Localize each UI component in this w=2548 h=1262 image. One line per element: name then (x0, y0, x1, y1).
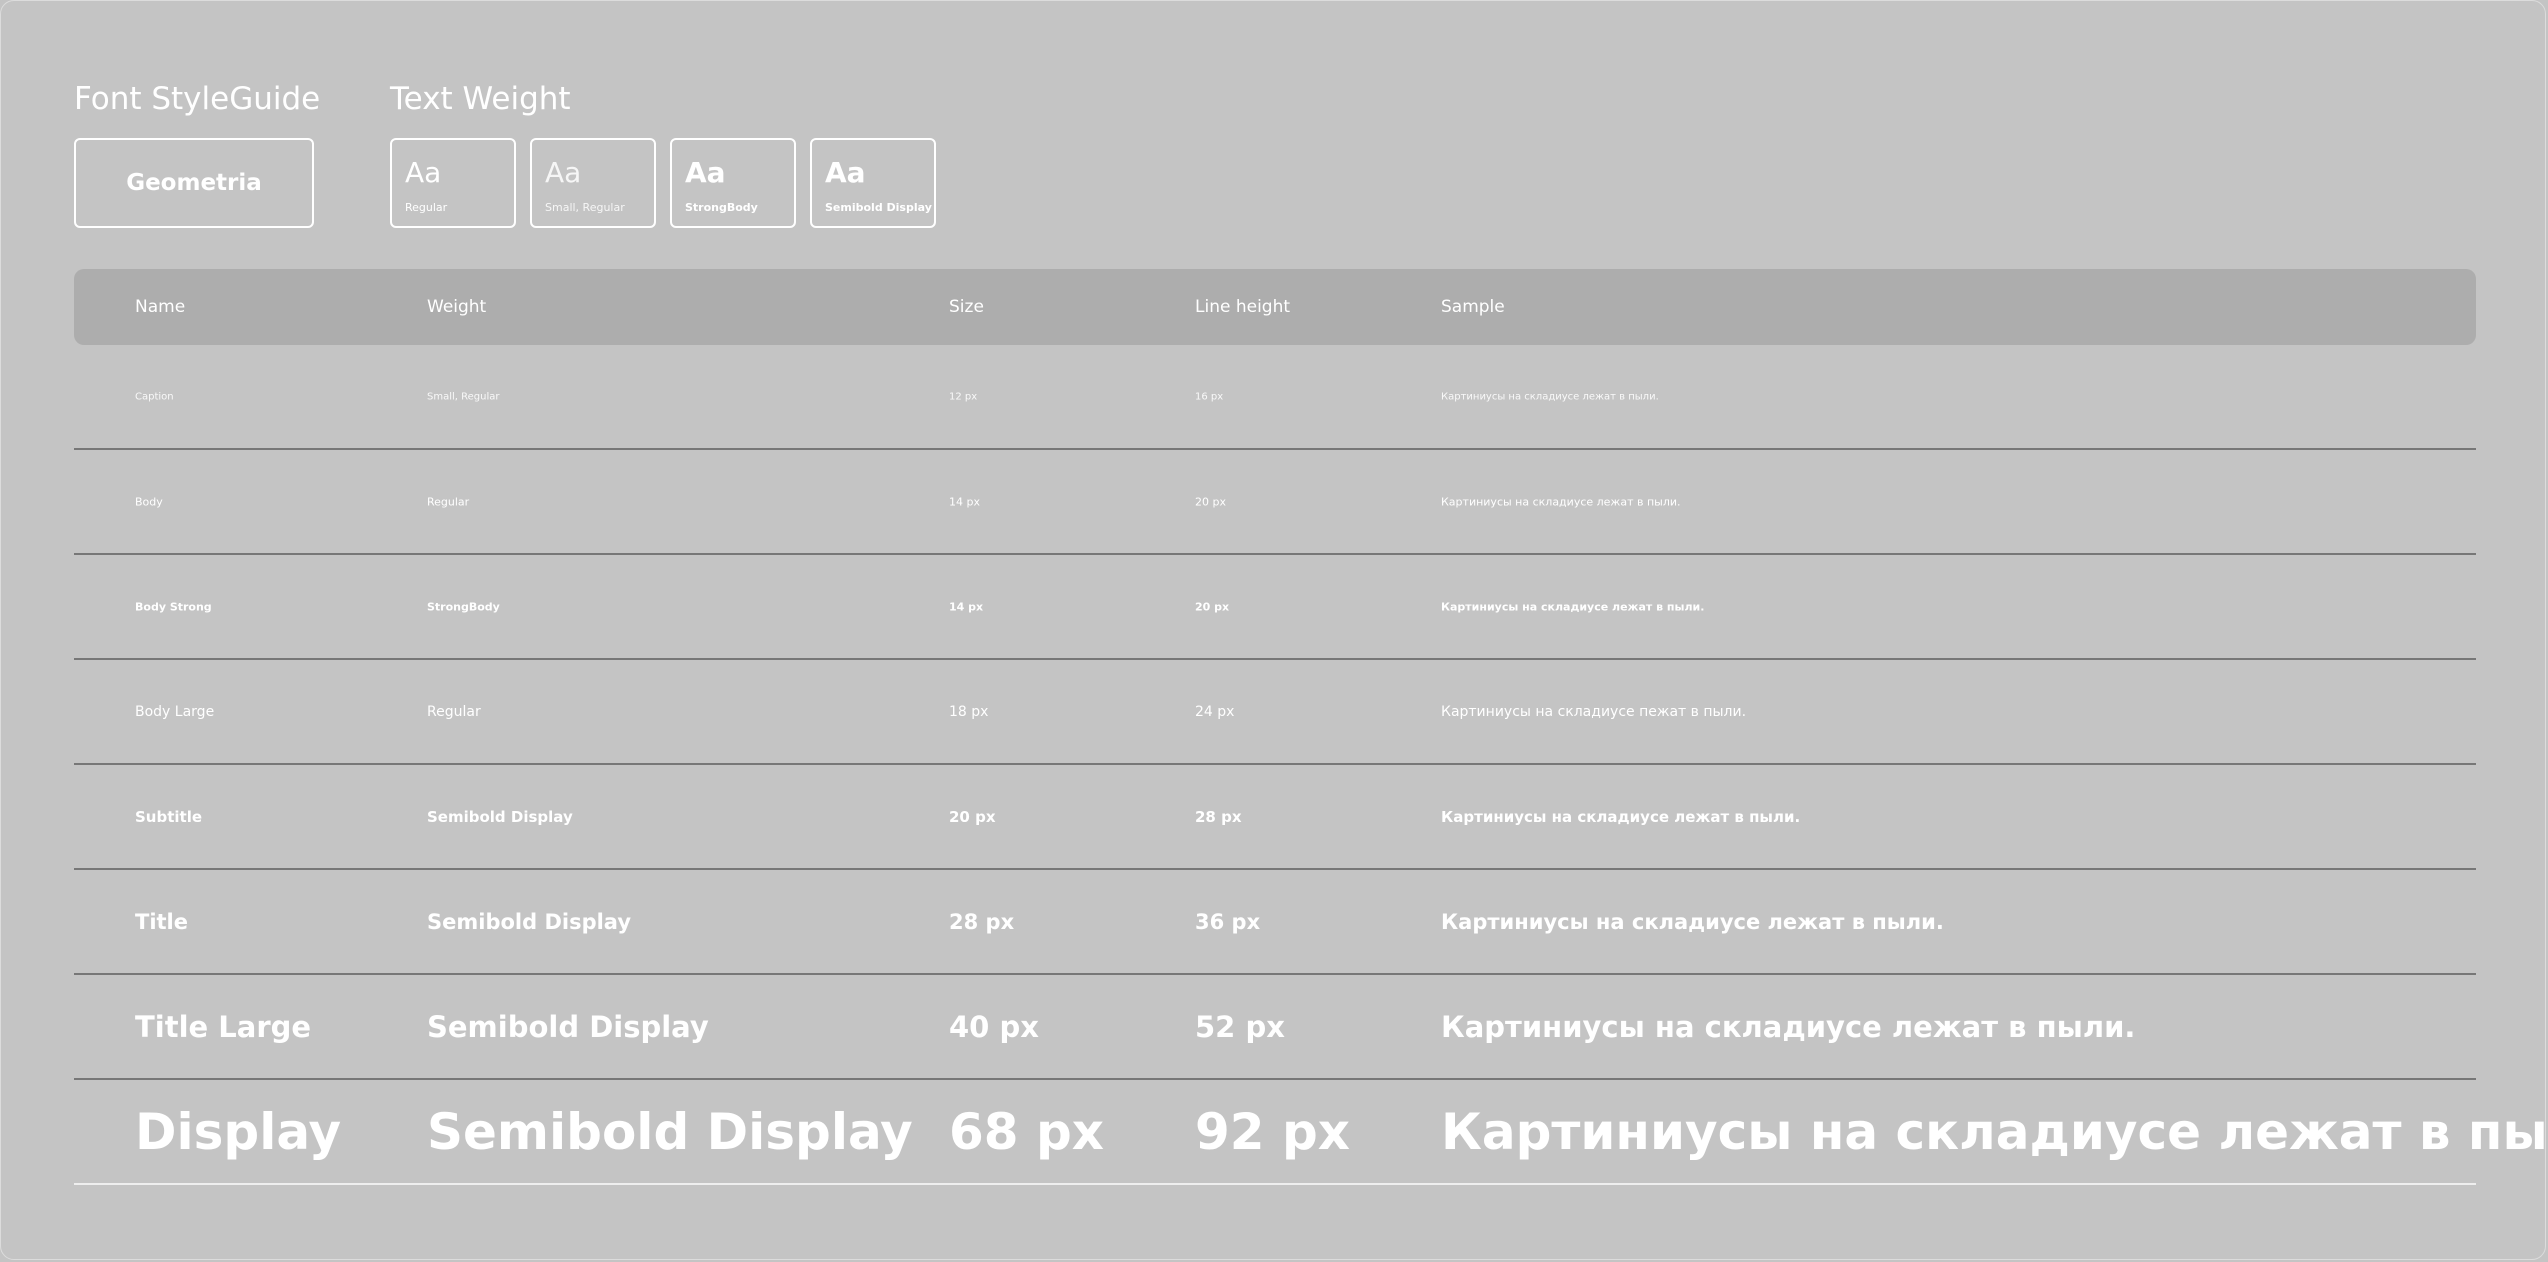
header-line-height: Line height (1195, 297, 1291, 317)
table-row: Title Large Semibold Display 40 px 52 px… (74, 975, 2476, 1080)
cell-name: Title (135, 909, 189, 934)
cell-sample: Картиниусы на складиусе пежат в пыли. (1441, 703, 1747, 720)
weight-card-semibold-display[interactable]: Aa Semibold Display (810, 138, 936, 228)
weight-sample: Aa (405, 156, 442, 189)
cell-name: Subtitle (135, 807, 203, 826)
text-weight-title: Text Weight (390, 81, 571, 117)
cell-size: 28 px (949, 909, 1015, 934)
type-scale-table: Name Weight Size Line height Sample Capt… (74, 269, 2548, 1185)
cell-sample: Картиниусы на складиусе лежат в пыли. (1441, 391, 1659, 402)
font-family-label: Geometria (126, 170, 262, 196)
weight-card-regular[interactable]: Aa Regular (390, 138, 516, 228)
table-header: Name Weight Size Line height Sample (74, 269, 2476, 345)
cell-sample: Картиниусы на складиусе лежат в пыли. (1441, 909, 1944, 934)
table-row: Title Semibold Display 28 px 36 px Карти… (74, 870, 2476, 975)
cell-line-height: 24 px (1195, 703, 1235, 720)
cell-weight: StrongBody (427, 600, 500, 613)
cell-name: Body (135, 495, 163, 508)
table-row: Subtitle Semibold Display 20 px 28 px Ка… (74, 765, 2476, 870)
cell-size: 40 px (949, 1009, 1039, 1044)
cell-weight: Semibold Display (427, 807, 573, 826)
cell-name: Body Large (135, 703, 215, 720)
cell-weight: Small, Regular (427, 391, 500, 402)
weight-label: StrongBody (685, 201, 758, 214)
cell-line-height: 36 px (1195, 909, 1261, 934)
cell-name: Display (135, 1102, 342, 1161)
cell-name: Title Large (135, 1009, 312, 1044)
cell-line-height: 20 px (1195, 495, 1226, 508)
weight-label: Small, Regular (545, 201, 625, 214)
cell-line-height: 92 px (1195, 1102, 1351, 1161)
table-row: Body Strong StrongBody 14 px 20 px Карти… (74, 555, 2476, 660)
cell-line-height: 20 px (1195, 600, 1230, 613)
font-family-card[interactable]: Geometria (74, 138, 314, 228)
cell-weight: Regular (427, 703, 481, 720)
styleguide-frame: Font StyleGuide Text Weight Geometria Aa… (0, 0, 2548, 1260)
cell-size: 12 px (949, 391, 978, 402)
header-name: Name (135, 297, 186, 317)
cell-line-height: 28 px (1195, 807, 1242, 826)
cell-size: 68 px (949, 1102, 1105, 1161)
cell-line-height: 52 px (1195, 1009, 1285, 1044)
weight-label: Regular (405, 201, 448, 214)
header-weight: Weight (427, 297, 487, 317)
weight-sample: Aa (825, 156, 866, 189)
table-row: Caption Small, Regular 12 px 16 px Карти… (74, 345, 2476, 450)
font-styleguide-title: Font StyleGuide (74, 81, 321, 117)
cell-size: 18 px (949, 703, 989, 720)
weight-sample: Aa (545, 156, 582, 189)
cell-weight: Regular (427, 495, 470, 508)
cell-name: Body Strong (135, 600, 212, 613)
header-size: Size (949, 297, 984, 317)
table-row: Body Large Regular 18 px 24 px Картиниус… (74, 660, 2476, 765)
table-row: Body Regular 14 px 20 px Картиниусы на с… (74, 450, 2476, 555)
weight-cards: Aa Regular Aa Small, Regular Aa StrongBo… (390, 138, 936, 228)
cell-size: 14 px (949, 600, 984, 613)
header-sample: Sample (1441, 297, 1505, 317)
cell-sample: Картиниусы на складиусе лежат в пыли. (1441, 600, 1705, 613)
cell-sample: Картиниусы на складиусе лежат в пыли. (1441, 1102, 2548, 1161)
cell-weight: Semibold Display (427, 909, 632, 934)
weight-sample: Aa (685, 156, 726, 189)
weight-card-small-regular[interactable]: Aa Small, Regular (530, 138, 656, 228)
table-row: Display Semibold Display 68 px 92 px Кар… (74, 1080, 2548, 1185)
cell-size: 20 px (949, 807, 996, 826)
cell-name: Caption (135, 391, 174, 402)
cell-sample: Картиниусы на складиусе лежат в пыли. (1441, 807, 1801, 826)
cell-weight: Semibold Display (427, 1009, 709, 1044)
cell-sample: Картиниусы на складиусе лежат в пыли. (1441, 495, 1681, 508)
weight-card-strongbody[interactable]: Aa StrongBody (670, 138, 796, 228)
weight-label: Semibold Display (825, 201, 932, 214)
cell-size: 14 px (949, 495, 980, 508)
cell-line-height: 16 px (1195, 391, 1224, 402)
cell-sample: Картиниусы на складиусе лежат в пыли. (1441, 1009, 2136, 1044)
cell-weight: Semibold Display (427, 1102, 913, 1161)
